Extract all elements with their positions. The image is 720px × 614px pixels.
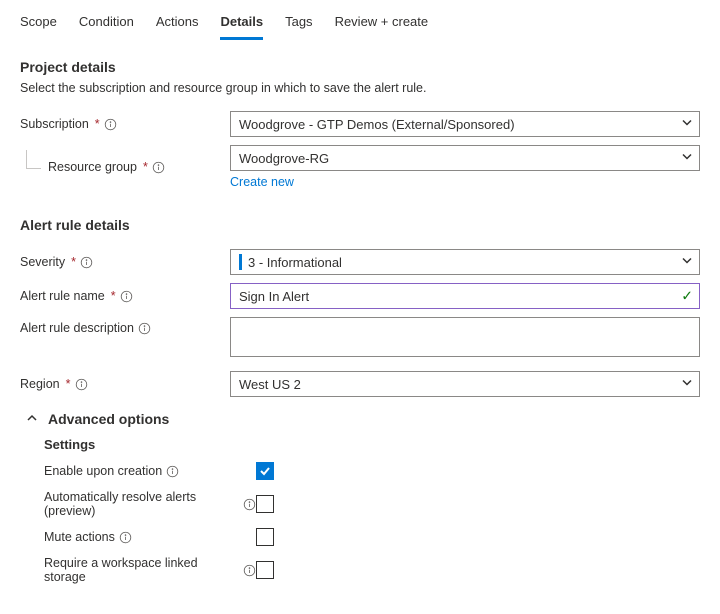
- enable-upon-creation-checkbox[interactable]: [256, 462, 274, 480]
- info-icon[interactable]: [119, 531, 132, 544]
- chevron-down-icon: [681, 117, 693, 132]
- settings-heading: Settings: [44, 437, 700, 452]
- info-icon[interactable]: [243, 498, 256, 511]
- info-icon[interactable]: [152, 161, 165, 174]
- severity-label: Severity*: [20, 255, 230, 269]
- alert-rule-description-label: Alert rule description: [20, 317, 230, 335]
- resource-group-select[interactable]: Woodgrove-RG: [230, 145, 700, 171]
- severity-select[interactable]: 3 - Informational: [230, 249, 700, 275]
- mute-actions-checkbox[interactable]: [256, 528, 274, 546]
- info-icon[interactable]: [120, 290, 133, 303]
- advanced-options-toggle[interactable]: Advanced options: [26, 411, 700, 427]
- require-storage-checkbox[interactable]: [256, 561, 274, 579]
- project-details-heading: Project details: [20, 59, 700, 75]
- project-details-desc: Select the subscription and resource gro…: [20, 81, 700, 95]
- tab-condition[interactable]: Condition: [79, 8, 134, 40]
- info-icon[interactable]: [243, 564, 256, 577]
- tab-details[interactable]: Details: [220, 8, 263, 40]
- create-new-link[interactable]: Create new: [230, 175, 294, 189]
- chevron-down-icon: [681, 255, 693, 270]
- resource-group-label: Resource group*: [20, 160, 230, 174]
- chevron-down-icon: [681, 151, 693, 166]
- subscription-label: Subscription*: [20, 117, 230, 131]
- info-icon[interactable]: [75, 378, 88, 391]
- info-icon[interactable]: [104, 118, 117, 131]
- auto-resolve-label: Automatically resolve alerts (preview): [44, 490, 256, 518]
- severity-indicator: [239, 254, 242, 270]
- require-storage-label: Require a workspace linked storage: [44, 556, 256, 584]
- alert-rule-name-input[interactable]: Sign In Alert ✓: [230, 283, 700, 309]
- tabs-bar: Scope Condition Actions Details Tags Rev…: [20, 0, 700, 41]
- mute-actions-label: Mute actions: [44, 530, 256, 544]
- tab-actions[interactable]: Actions: [156, 8, 199, 40]
- chevron-down-icon: [681, 377, 693, 392]
- tab-review-create[interactable]: Review + create: [335, 8, 429, 40]
- info-icon[interactable]: [80, 256, 93, 269]
- alert-rule-details-heading: Alert rule details: [20, 217, 700, 233]
- checkmark-icon: ✓: [681, 288, 693, 305]
- tab-tags[interactable]: Tags: [285, 8, 312, 40]
- region-label: Region*: [20, 377, 230, 391]
- tab-scope[interactable]: Scope: [20, 8, 57, 40]
- alert-rule-description-input[interactable]: [230, 317, 700, 357]
- enable-upon-creation-label: Enable upon creation: [44, 464, 256, 478]
- info-icon[interactable]: [166, 465, 179, 478]
- info-icon[interactable]: [138, 322, 151, 335]
- alert-rule-name-label: Alert rule name*: [20, 289, 230, 303]
- auto-resolve-checkbox[interactable]: [256, 495, 274, 513]
- subscription-select[interactable]: Woodgrove - GTP Demos (External/Sponsore…: [230, 111, 700, 137]
- chevron-up-icon: [26, 412, 38, 427]
- region-select[interactable]: West US 2: [230, 371, 700, 397]
